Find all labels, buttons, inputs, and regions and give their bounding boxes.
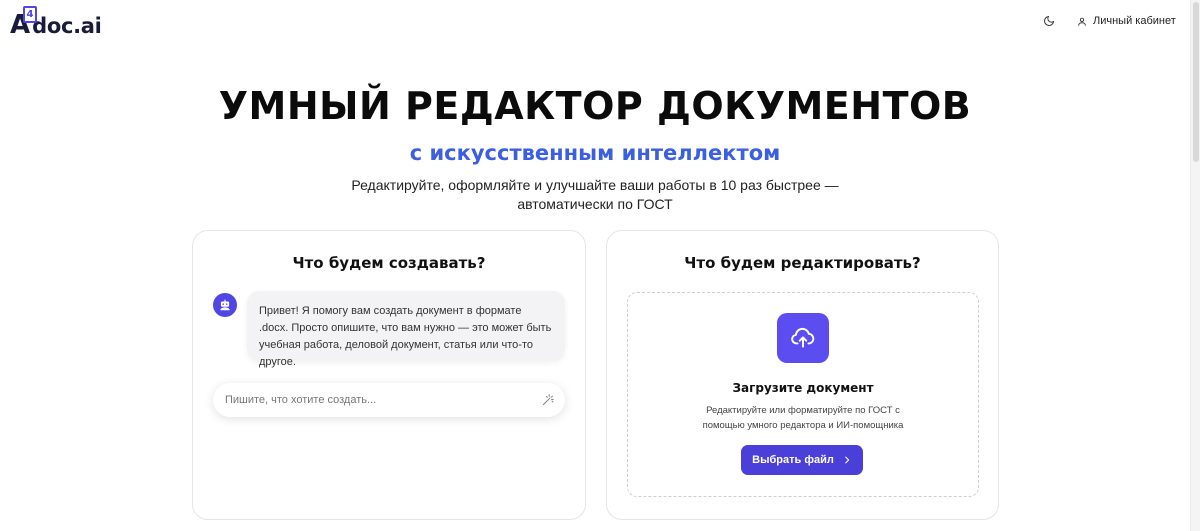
edit-card-title: Что будем редактировать? [684,254,921,272]
page-title: УМНЫЙ РЕДАКТОР ДОКУМЕНТОВ [218,84,972,128]
upload-icon-box [777,313,829,363]
top-bar: A 4 doc.ai Личный кабинет [0,0,1200,44]
edit-card: Что будем редактировать? Загрузите докум… [606,230,999,520]
choose-file-label: Выбрать файл [752,454,834,466]
theme-toggle-button[interactable] [1040,12,1058,30]
user-icon [1078,17,1086,26]
upload-title: Загрузите документ [732,381,874,395]
upload-dropzone[interactable]: Загрузите документ Редактируйте или форм… [627,292,979,497]
create-prompt-input[interactable] [213,385,523,415]
bot-avatar [213,293,237,317]
page-subtitle: с искусственным интеллектом [409,141,781,165]
create-card-title: Что будем создавать? [292,254,486,272]
upload-description: Редактируйте или форматируйте по ГОСТ с … [702,405,904,431]
page-description: Редактируйте, оформляйте и улучшайте ваш… [351,177,839,212]
moon-icon [1044,16,1054,26]
chevron-right-icon [845,456,850,464]
logo-text: doc.ai [32,14,102,38]
create-card: Что будем создавать? Привет! Я помогу ва… [192,230,586,520]
magic-wand-button[interactable] [539,391,557,409]
account-label: Личный кабинет [1093,15,1176,27]
page-scrollbar[interactable] [1190,0,1200,531]
robot-icon [220,299,230,311]
cloud-upload-icon [791,327,815,348]
choose-file-button[interactable]: Выбрать файл [741,445,863,475]
logo-digit: 4 [26,8,34,20]
bot-message-bubble: Привет! Я помогу вам создать документ в … [247,291,565,368]
logo-digit-box: 4 [23,6,37,23]
account-link[interactable]: Личный кабинет [1077,13,1176,29]
scrollbar-thumb[interactable] [1193,2,1199,162]
magic-wand-icon [542,394,554,406]
create-prompt-box [213,383,565,417]
logo[interactable]: A 4 doc.ai [10,6,102,38]
